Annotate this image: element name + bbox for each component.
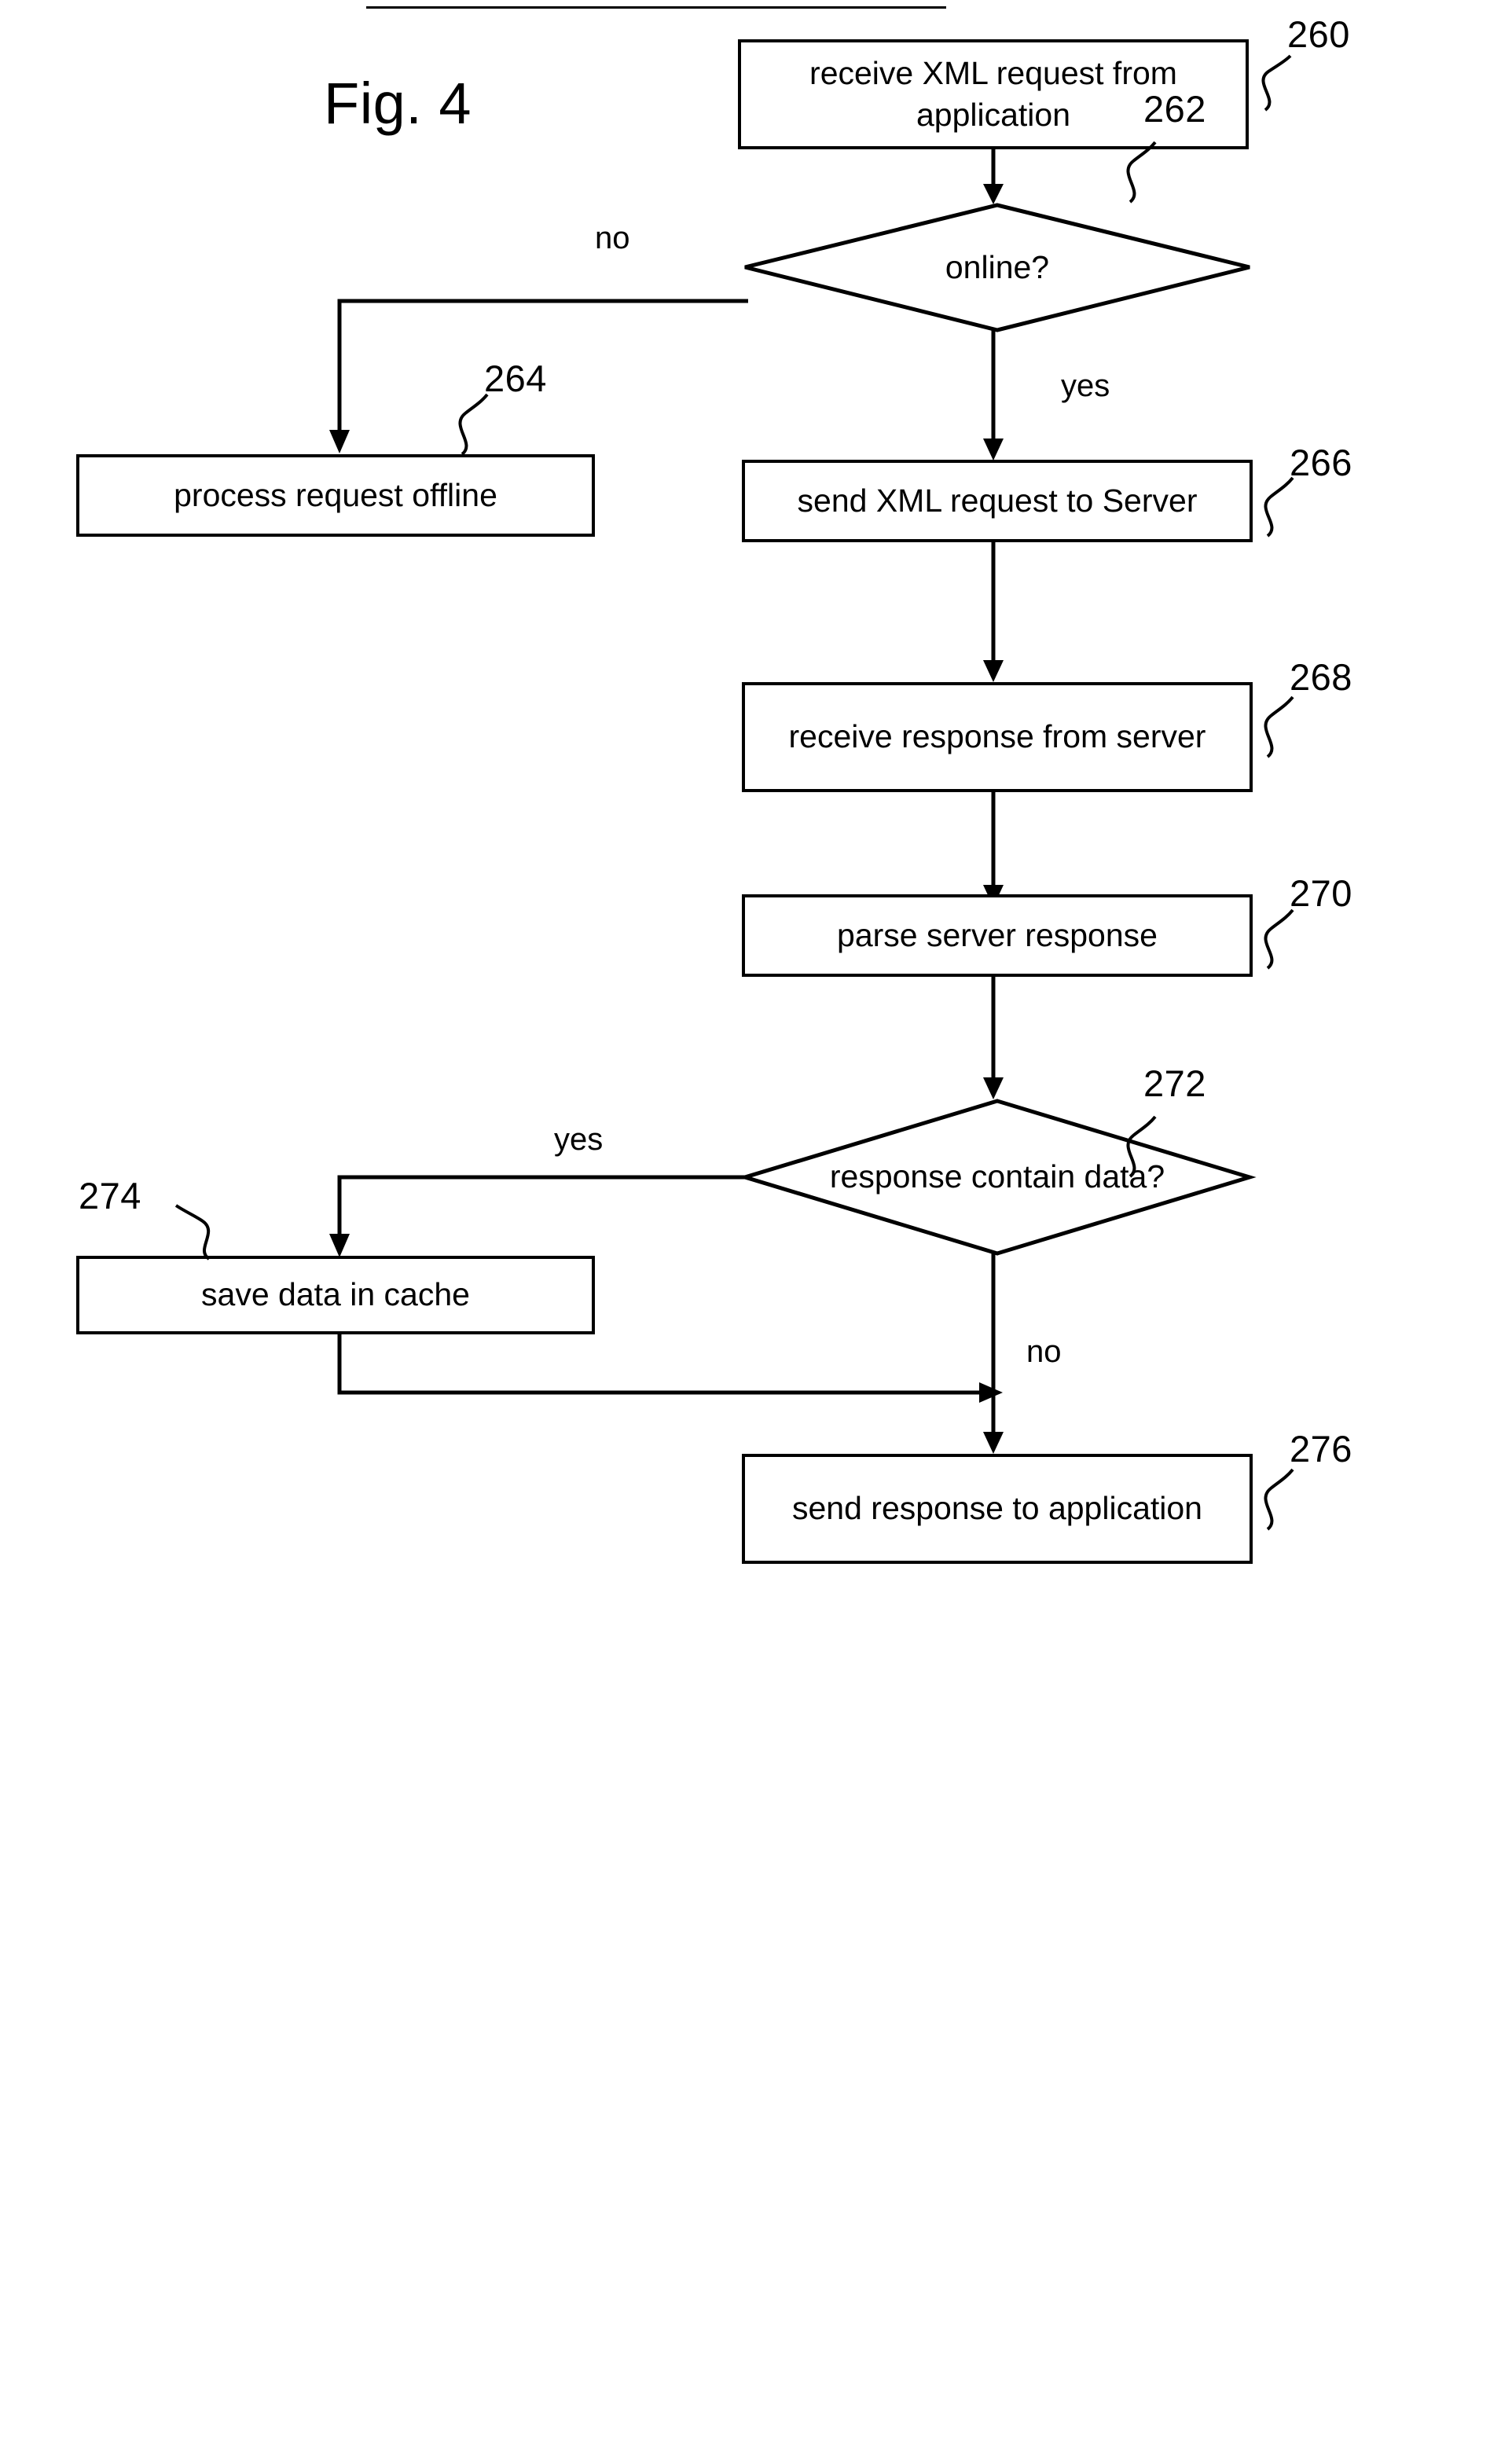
- connector-270-to-272: [983, 977, 1004, 1099]
- reference-numeral-274: 274: [79, 1175, 141, 1216]
- edge-label-data-yes: yes: [554, 1122, 604, 1157]
- node-send-response-to-application: send response to application: [742, 1454, 1253, 1564]
- reference-numeral-262: 262: [1143, 88, 1206, 130]
- edge-label-online-yes: yes: [1061, 369, 1110, 403]
- reference-numeral-260: 260: [1287, 13, 1350, 55]
- reference-numeral-264: 264: [484, 358, 547, 399]
- reference-numeral-276: 276: [1290, 1428, 1352, 1470]
- edge-label-online-no: no: [595, 221, 630, 255]
- connector-online-no-to-offline: [329, 299, 748, 453]
- leader-line-274: [174, 1204, 211, 1261]
- figure-4-label: Fig. 4: [324, 71, 472, 136]
- reference-numeral-266: 266: [1290, 442, 1352, 483]
- node-receive-response: receive response from server: [742, 682, 1253, 792]
- reference-numeral-272: 272: [1143, 1062, 1206, 1104]
- connector-266-to-268: [983, 542, 1004, 682]
- figure-4: Fig. 4 receive XML request from applicat…: [0, 0, 1512, 1619]
- figure-3: Fig. 3 data source directory 200 data vi…: [0, 1650, 1512, 2455]
- reference-numeral-270: 270: [1290, 872, 1352, 914]
- connector-260-to-262: [983, 149, 1004, 204]
- connector-data-yes-to-save-cache: [329, 1175, 748, 1257]
- connector-save-cache-to-merge: [337, 1334, 1003, 1403]
- patent-figure-page: Fig. 4 receive XML request from applicat…: [0, 0, 1512, 2455]
- node-process-request-offline: process request offline: [76, 454, 595, 537]
- connector-268-to-270: [983, 792, 1004, 907]
- node-send-xml-request: send XML request to Server: [742, 460, 1253, 542]
- node-parse-server-response: parse server response: [742, 894, 1253, 977]
- node-online-decision: online?: [742, 203, 1253, 332]
- edge-label-data-no: no: [1026, 1334, 1062, 1369]
- node-online-decision-text: online?: [945, 248, 1050, 285]
- connector-262-to-266: [983, 330, 1004, 461]
- reference-numeral-268: 268: [1290, 656, 1352, 698]
- connector-272-to-276: [983, 1253, 1004, 1454]
